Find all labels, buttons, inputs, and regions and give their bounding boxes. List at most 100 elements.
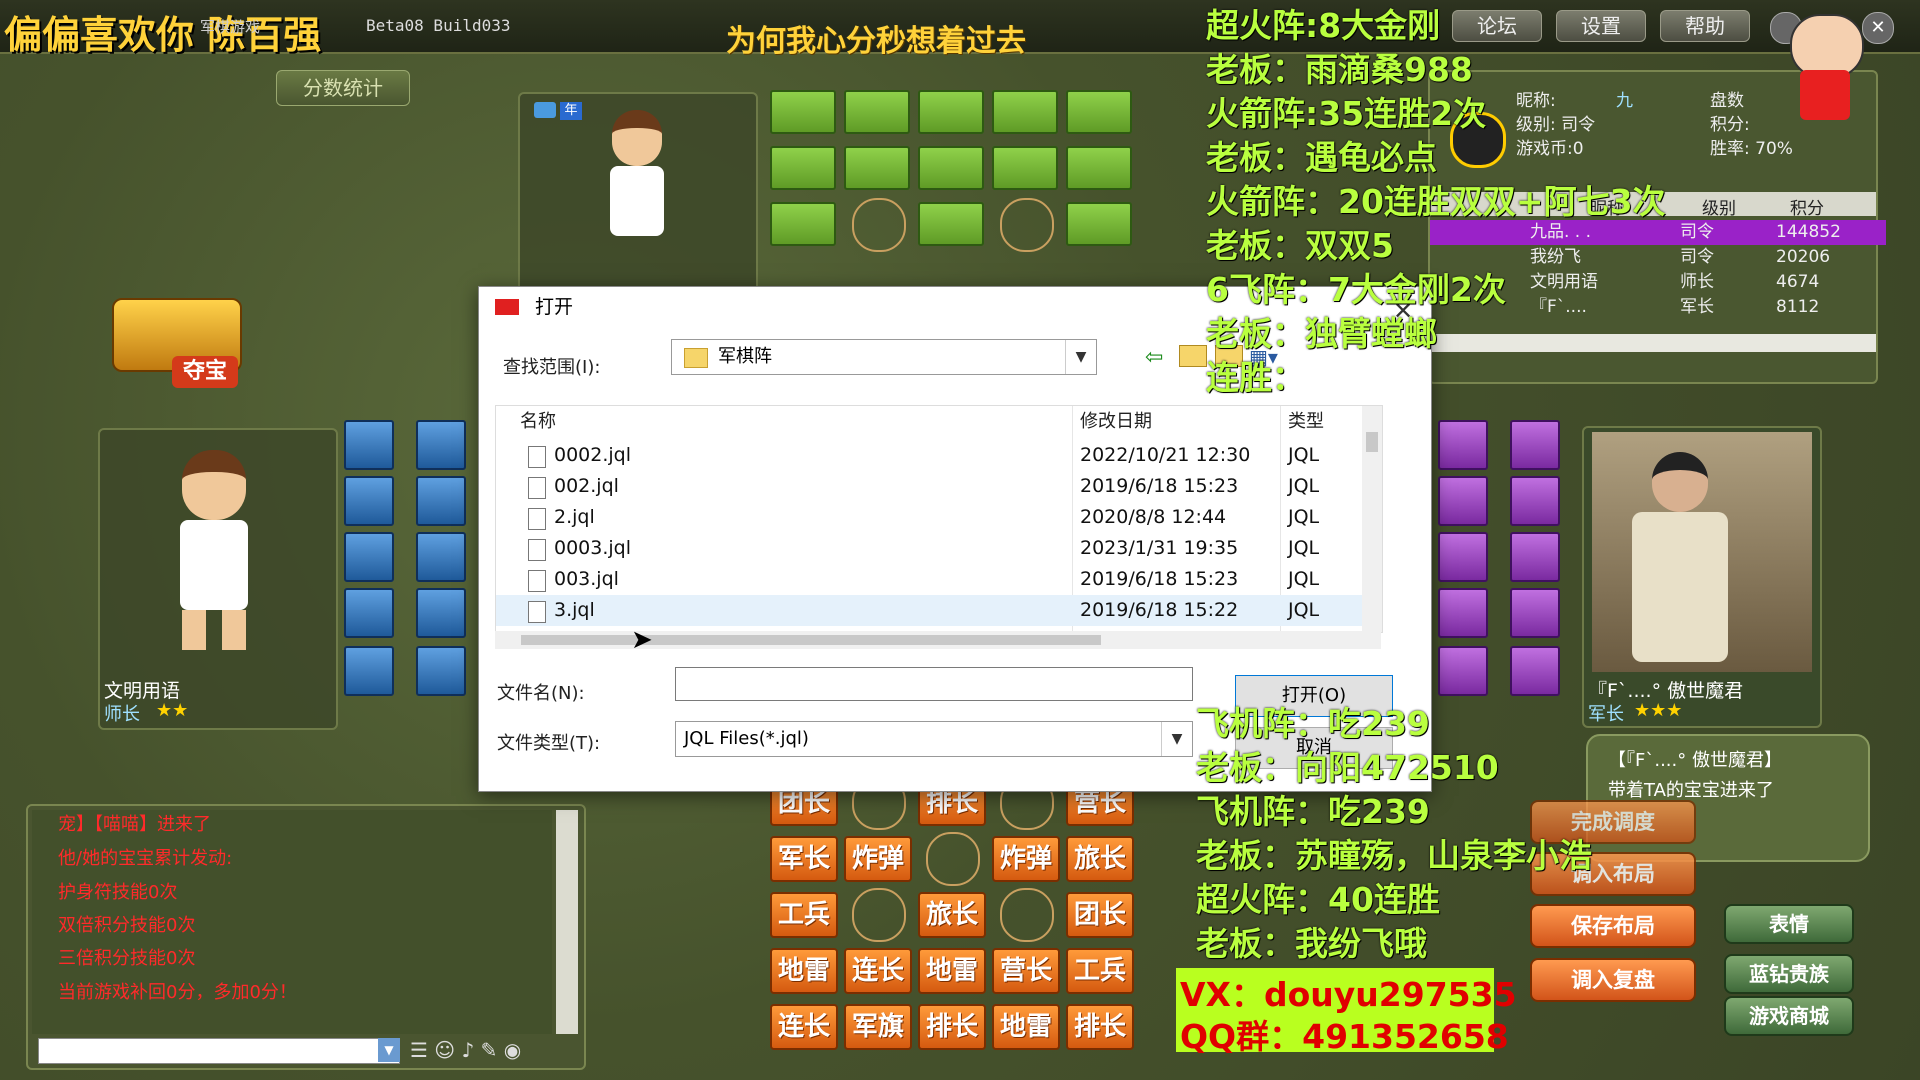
board-cell[interactable] — [344, 588, 394, 638]
board-left-area — [344, 420, 466, 700]
chevron-down-icon[interactable]: ▼ — [1161, 722, 1192, 756]
file-date: 2023/1/31 19:35 — [1080, 537, 1239, 559]
chevron-down-icon[interactable]: ▼ — [378, 1038, 400, 1062]
board-piece[interactable]: 炸弹 — [844, 836, 912, 882]
board-piece[interactable]: 工兵 — [770, 892, 838, 938]
board-cell[interactable] — [1510, 532, 1560, 582]
col-name-header[interactable]: 名称 — [520, 406, 556, 438]
board-piece[interactable]: 营长 — [992, 948, 1060, 994]
lookin-select[interactable]: 军棋阵 ▼ — [671, 339, 1097, 375]
board-cell[interactable] — [1510, 476, 1560, 526]
score-stats-button[interactable]: 分数统计 — [276, 70, 410, 106]
board-piece[interactable]: 军长 — [770, 836, 838, 882]
board-piece[interactable]: 排长 — [918, 1004, 986, 1050]
camp-circle[interactable] — [1000, 888, 1054, 942]
camp-circle[interactable] — [852, 198, 906, 252]
board-piece[interactable]: 排长 — [1066, 1004, 1134, 1050]
col-type-header[interactable]: 类型 — [1288, 406, 1324, 438]
up-folder-icon[interactable] — [1179, 345, 1207, 367]
board-cell[interactable] — [918, 202, 984, 246]
file-date: 2020/8/8 12:44 — [1080, 506, 1227, 528]
app-title: 军棋游戏 — [200, 18, 261, 36]
board-cell[interactable] — [918, 146, 984, 190]
file-name: 002.jql — [554, 475, 619, 497]
board-cell[interactable] — [1510, 646, 1560, 696]
filetype-select[interactable]: JQL Files(*.jql) ▼ — [675, 721, 1193, 757]
file-date: 2022/10/21 12:30 — [1080, 444, 1251, 466]
help-button[interactable]: 帮助 — [1660, 10, 1750, 42]
board-cell[interactable] — [344, 476, 394, 526]
board-cell[interactable] — [416, 532, 466, 582]
emoji-button[interactable]: 表情 — [1724, 904, 1854, 944]
board-cell[interactable] — [1438, 420, 1488, 470]
overlay-line: 火箭阵:35连胜2次 — [1206, 94, 1487, 133]
board-cell[interactable] — [416, 646, 466, 696]
blue-diamond-button[interactable]: 蓝钻贵族 — [1724, 954, 1854, 994]
chat-line: 双倍积分技能0次 — [58, 915, 196, 936]
game-shop-button[interactable]: 游戏商城 — [1724, 996, 1854, 1036]
board-cell[interactable] — [992, 146, 1058, 190]
board-cell[interactable] — [344, 532, 394, 582]
board-cell[interactable] — [1438, 476, 1488, 526]
board-piece[interactable]: 连长 — [770, 1004, 838, 1050]
board-piece[interactable]: 旅长 — [918, 892, 986, 938]
board-cell[interactable] — [1438, 646, 1488, 696]
overlay-text-block-top: 超火阵:8大金刚 老板：雨滴桑988 火箭阵:35连胜2次 老板：遇龟必点 火箭… — [1206, 4, 1666, 400]
board-cell[interactable] — [1438, 532, 1488, 582]
board-cell[interactable] — [1510, 420, 1560, 470]
board-cell[interactable] — [1510, 588, 1560, 638]
file-row[interactable]: 2.jql 2020/8/8 12:44 JQL — [496, 502, 1376, 533]
rank-row-level: 军长 — [1680, 297, 1714, 317]
board-cell[interactable] — [770, 202, 836, 246]
file-type: JQL — [1288, 475, 1320, 497]
camp-circle[interactable] — [1000, 198, 1054, 252]
board-piece[interactable]: 团长 — [1066, 892, 1134, 938]
chevron-down-icon[interactable]: ▼ — [1065, 340, 1096, 374]
board-piece[interactable]: 地雷 — [770, 948, 838, 994]
file-row[interactable]: 0002.jql 2022/10/21 12:30 JQL — [496, 440, 1376, 471]
treasure-button[interactable]: 夺宝 — [112, 298, 242, 390]
board-piece[interactable]: 地雷 — [918, 948, 986, 994]
filename-input[interactable] — [675, 667, 1193, 701]
board-piece[interactable]: 军旗 — [844, 1004, 912, 1050]
board-cell[interactable] — [770, 90, 836, 134]
board-cell[interactable] — [1438, 588, 1488, 638]
file-row[interactable]: 003.jql 2019/6/18 15:23 JQL — [496, 564, 1376, 595]
board-cell[interactable] — [1066, 202, 1132, 246]
board-cell[interactable] — [1066, 90, 1132, 134]
board-cell[interactable] — [918, 90, 984, 134]
score-label: 积分: — [1710, 115, 1750, 135]
file-row[interactable]: 3.jql 2019/6/18 15:22 JQL — [496, 595, 1376, 626]
file-list-vscrollbar[interactable] — [1362, 406, 1382, 632]
board-cell[interactable] — [416, 588, 466, 638]
board-piece[interactable]: 工兵 — [1066, 948, 1134, 994]
board-piece[interactable]: 旅长 — [1066, 836, 1134, 882]
chat-scrollbar[interactable] — [556, 810, 578, 1034]
board-piece[interactable]: 炸弹 — [992, 836, 1060, 882]
lookin-value: 军棋阵 — [718, 346, 772, 367]
board-cell[interactable] — [770, 146, 836, 190]
board-cell[interactable] — [1066, 146, 1132, 190]
col-date-header[interactable]: 修改日期 — [1080, 406, 1152, 438]
board-cell[interactable] — [344, 646, 394, 696]
chat-toolbar-icons[interactable]: ☰ ☺ ♪ ✎ ◉ — [410, 1038, 521, 1062]
overlay-line: 超火阵：40连胜 — [1196, 880, 1440, 919]
board-cell[interactable] — [416, 476, 466, 526]
board-cell[interactable] — [416, 420, 466, 470]
board-cell[interactable] — [844, 146, 910, 190]
board-piece[interactable]: 连长 — [844, 948, 912, 994]
file-icon — [528, 601, 546, 623]
back-icon[interactable]: ⇦ — [1145, 345, 1163, 370]
board-cell[interactable] — [992, 90, 1058, 134]
camp-circle[interactable] — [852, 888, 906, 942]
camp-circle[interactable] — [926, 832, 980, 886]
file-row[interactable]: 002.jql 2019/6/18 15:23 JQL — [496, 471, 1376, 502]
file-row[interactable]: 0003.jql 2023/1/31 19:35 JQL — [496, 533, 1376, 564]
file-list: 名称 修改日期 类型 0002.jql 2022/10/21 12:30 JQL… — [495, 405, 1383, 633]
chat-input[interactable] — [38, 1038, 400, 1064]
left-player-rank: 师长 — [104, 704, 140, 725]
file-list-hscrollbar[interactable] — [495, 631, 1381, 649]
board-cell[interactable] — [844, 90, 910, 134]
board-cell[interactable] — [344, 420, 394, 470]
board-piece[interactable]: 地雷 — [992, 1004, 1060, 1050]
